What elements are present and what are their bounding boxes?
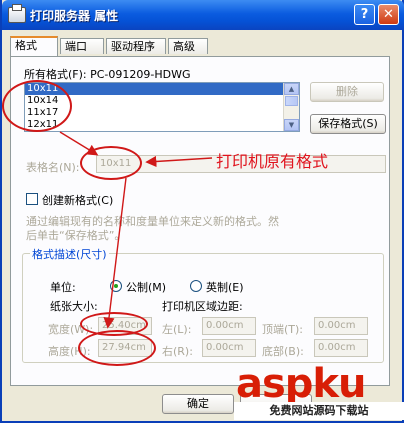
bottom-margin-input[interactable]: 0.00cm: [314, 339, 368, 357]
annotation-ellipse-list: [2, 80, 72, 132]
left-margin-label: 左(L):: [162, 323, 192, 336]
format-description-title: 格式描述(尺寸): [30, 246, 109, 262]
help-button[interactable]: ?: [354, 4, 375, 25]
print-server-properties-window: 打印服务器 属性 ? ✕ 格式 端口 驱动程序 高级 所有格式(F): PC-0…: [0, 0, 404, 423]
close-button[interactable]: ✕: [378, 4, 399, 25]
scroll-thumb[interactable]: [285, 96, 298, 106]
english-radio[interactable]: [190, 280, 202, 292]
unit-label: 单位:: [50, 281, 76, 294]
hint-text-line2: 后单击“保存格式”。: [26, 229, 126, 242]
annotation-ellipse-height: [78, 330, 156, 366]
create-new-format-label: 创建新格式(C): [42, 194, 114, 207]
form-name-label: 表格名(N):: [26, 161, 80, 174]
scroll-down-arrow-icon[interactable]: ▼: [284, 119, 299, 131]
tab-forms[interactable]: 格式: [10, 36, 58, 56]
title-bar[interactable]: 打印服务器 属性 ? ✕: [2, 0, 404, 30]
watermark: aspku 免费网站源码下载站: [232, 362, 404, 423]
create-new-format-checkbox[interactable]: [26, 193, 38, 205]
delete-button[interactable]: 删除: [310, 82, 384, 102]
all-formats-label: 所有格式(F): PC-091209-HDWG: [24, 68, 191, 81]
english-label: 英制(E): [206, 281, 244, 294]
watermark-subtitle: 免费网站源码下载站: [234, 402, 404, 420]
metric-radio[interactable]: [110, 280, 122, 292]
tab-drivers[interactable]: 驱动程序: [106, 38, 166, 54]
left-margin-input[interactable]: 0.00cm: [202, 317, 256, 335]
top-margin-input[interactable]: 0.00cm: [314, 317, 368, 335]
metric-label: 公制(M): [126, 281, 167, 294]
printer-icon: [8, 4, 26, 23]
save-format-button[interactable]: 保存格式(S): [310, 114, 386, 134]
paper-size-label: 纸张大小:: [50, 300, 98, 313]
right-margin-input[interactable]: 0.00cm: [202, 339, 256, 357]
top-margin-label: 顶端(T):: [262, 323, 304, 336]
bottom-margin-label: 底部(B):: [262, 345, 304, 358]
ok-button[interactable]: 确定: [162, 394, 234, 414]
printer-margins-label: 打印机区域边距:: [162, 300, 243, 313]
list-item[interactable]: 12x11: [25, 119, 299, 131]
scroll-up-arrow-icon[interactable]: ▲: [284, 83, 299, 95]
watermark-brand: aspku: [236, 361, 367, 407]
window-title: 打印服务器 属性: [30, 9, 119, 23]
annotation-label: 打印机原有格式: [216, 152, 329, 171]
tab-ports[interactable]: 端口: [60, 38, 104, 54]
tab-advanced[interactable]: 高级: [168, 38, 208, 54]
listbox-scrollbar[interactable]: ▲ ▼: [283, 83, 299, 131]
right-margin-label: 右(R):: [162, 345, 193, 358]
annotation-ellipse-name: [80, 146, 142, 180]
